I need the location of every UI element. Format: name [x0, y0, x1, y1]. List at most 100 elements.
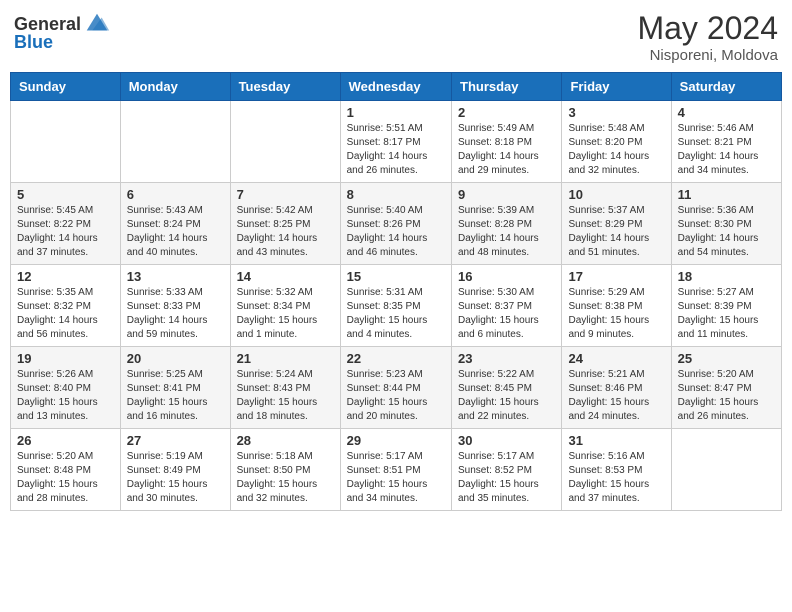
- calendar-cell: 29 Sunrise: 5:17 AM Sunset: 8:51 PM Dayli…: [340, 429, 451, 511]
- calendar-cell: 10 Sunrise: 5:37 AM Sunset: 8:29 PM Dayli…: [562, 183, 671, 265]
- calendar-cell: 7 Sunrise: 5:42 AM Sunset: 8:25 PM Daylig…: [230, 183, 340, 265]
- calendar-cell: 22 Sunrise: 5:23 AM Sunset: 8:44 PM Dayli…: [340, 347, 451, 429]
- day-number: 16: [458, 269, 555, 284]
- calendar-cell: 11Sunrise: 5:36 AM Sunset: 8:30 PM Dayli…: [671, 183, 781, 265]
- calendar-cell: 15Sunrise: 5:31 AM Sunset: 8:35 PM Dayli…: [340, 265, 451, 347]
- day-info: Sunrise: 5:19 AM Sunset: 8:49 PM Dayligh…: [127, 450, 224, 506]
- day-info: Sunrise: 5:33 AM Sunset: 8:33 PM Dayligh…: [127, 286, 224, 342]
- day-info: Sunrise: 5:46 AM Sunset: 8:21 PM Dayligh…: [678, 122, 775, 178]
- column-header-monday: Monday: [120, 73, 230, 101]
- day-info: Sunrise: 5:48 AM Sunset: 8:20 PM Dayligh…: [568, 122, 664, 178]
- calendar-cell: [11, 101, 121, 183]
- logo-blue-text: Blue: [14, 32, 53, 53]
- calendar-week-2: 5 Sunrise: 5:45 AM Sunset: 8:22 PM Daylig…: [11, 183, 782, 265]
- day-info: Sunrise: 5:36 AM Sunset: 8:30 PM Dayligh…: [678, 204, 775, 260]
- calendar-cell: 14 Sunrise: 5:32 AM Sunset: 8:34 PM Dayli…: [230, 265, 340, 347]
- day-number: 21: [237, 351, 334, 366]
- day-info: Sunrise: 5:20 AM Sunset: 8:48 PM Dayligh…: [17, 450, 114, 506]
- day-number: 26: [17, 433, 114, 448]
- day-info: Sunrise: 5:23 AM Sunset: 8:44 PM Dayligh…: [347, 368, 445, 424]
- day-number: 29: [347, 433, 445, 448]
- day-info: Sunrise: 5:40 AM Sunset: 8:26 PM Dayligh…: [347, 204, 445, 260]
- day-number: 28: [237, 433, 334, 448]
- day-number: 2: [458, 105, 555, 120]
- day-info: Sunrise: 5:30 AM Sunset: 8:37 PM Dayligh…: [458, 286, 555, 342]
- calendar-cell: 3 Sunrise: 5:48 AM Sunset: 8:20 PM Daylig…: [562, 101, 671, 183]
- day-info: Sunrise: 5:17 AM Sunset: 8:52 PM Dayligh…: [458, 450, 555, 506]
- day-number: 24: [568, 351, 664, 366]
- day-info: Sunrise: 5:39 AM Sunset: 8:28 PM Dayligh…: [458, 204, 555, 260]
- day-info: Sunrise: 5:22 AM Sunset: 8:45 PM Dayligh…: [458, 368, 555, 424]
- day-number: 9: [458, 187, 555, 202]
- logo-icon: [83, 10, 111, 38]
- calendar-cell: 30Sunrise: 5:17 AM Sunset: 8:52 PM Dayli…: [452, 429, 562, 511]
- day-info: Sunrise: 5:45 AM Sunset: 8:22 PM Dayligh…: [17, 204, 114, 260]
- day-number: 3: [568, 105, 664, 120]
- day-number: 18: [678, 269, 775, 284]
- column-header-friday: Friday: [562, 73, 671, 101]
- day-info: Sunrise: 5:20 AM Sunset: 8:47 PM Dayligh…: [678, 368, 775, 424]
- day-number: 10: [568, 187, 664, 202]
- calendar-cell: 17Sunrise: 5:29 AM Sunset: 8:38 PM Dayli…: [562, 265, 671, 347]
- day-info: Sunrise: 5:43 AM Sunset: 8:24 PM Dayligh…: [127, 204, 224, 260]
- title-area: May 2024 Nisporeni, Moldova: [637, 10, 778, 64]
- day-number: 6: [127, 187, 224, 202]
- calendar-cell: [120, 101, 230, 183]
- calendar-cell: 26 Sunrise: 5:20 AM Sunset: 8:48 PM Dayli…: [11, 429, 121, 511]
- calendar-cell: 25 Sunrise: 5:20 AM Sunset: 8:47 PM Dayli…: [671, 347, 781, 429]
- calendar-week-5: 26 Sunrise: 5:20 AM Sunset: 8:48 PM Dayli…: [11, 429, 782, 511]
- day-info: Sunrise: 5:29 AM Sunset: 8:38 PM Dayligh…: [568, 286, 664, 342]
- calendar-cell: 12Sunrise: 5:35 AM Sunset: 8:32 PM Dayli…: [11, 265, 121, 347]
- calendar-cell: 18Sunrise: 5:27 AM Sunset: 8:39 PM Dayli…: [671, 265, 781, 347]
- day-number: 19: [17, 351, 114, 366]
- day-number: 7: [237, 187, 334, 202]
- page-header: General Blue May 2024 Nisporeni, Moldova: [10, 10, 782, 64]
- calendar-cell: 23 Sunrise: 5:22 AM Sunset: 8:45 PM Dayli…: [452, 347, 562, 429]
- day-number: 27: [127, 433, 224, 448]
- calendar-cell: 4Sunrise: 5:46 AM Sunset: 8:21 PM Daylig…: [671, 101, 781, 183]
- calendar-cell: 20 Sunrise: 5:25 AM Sunset: 8:41 PM Dayli…: [120, 347, 230, 429]
- month-title: May 2024: [637, 10, 778, 47]
- calendar-cell: 31 Sunrise: 5:16 AM Sunset: 8:53 PM Dayli…: [562, 429, 671, 511]
- day-info: Sunrise: 5:25 AM Sunset: 8:41 PM Dayligh…: [127, 368, 224, 424]
- column-header-thursday: Thursday: [452, 73, 562, 101]
- column-header-sunday: Sunday: [11, 73, 121, 101]
- calendar-week-1: 1Sunrise: 5:51 AM Sunset: 8:17 PM Daylig…: [11, 101, 782, 183]
- day-info: Sunrise: 5:49 AM Sunset: 8:18 PM Dayligh…: [458, 122, 555, 178]
- calendar-cell: 6 Sunrise: 5:43 AM Sunset: 8:24 PM Daylig…: [120, 183, 230, 265]
- calendar-cell: 16 Sunrise: 5:30 AM Sunset: 8:37 PM Dayli…: [452, 265, 562, 347]
- calendar-cell: 27 Sunrise: 5:19 AM Sunset: 8:49 PM Dayli…: [120, 429, 230, 511]
- day-info: Sunrise: 5:17 AM Sunset: 8:51 PM Dayligh…: [347, 450, 445, 506]
- day-info: Sunrise: 5:32 AM Sunset: 8:34 PM Dayligh…: [237, 286, 334, 342]
- location-subtitle: Nisporeni, Moldova: [637, 47, 778, 64]
- day-number: 15: [347, 269, 445, 284]
- day-info: Sunrise: 5:42 AM Sunset: 8:25 PM Dayligh…: [237, 204, 334, 260]
- day-number: 1: [347, 105, 445, 120]
- day-info: Sunrise: 5:16 AM Sunset: 8:53 PM Dayligh…: [568, 450, 664, 506]
- calendar-cell: 2 Sunrise: 5:49 AM Sunset: 8:18 PM Daylig…: [452, 101, 562, 183]
- calendar-cell: 19Sunrise: 5:26 AM Sunset: 8:40 PM Dayli…: [11, 347, 121, 429]
- calendar-cell: 8 Sunrise: 5:40 AM Sunset: 8:26 PM Daylig…: [340, 183, 451, 265]
- day-number: 20: [127, 351, 224, 366]
- column-header-tuesday: Tuesday: [230, 73, 340, 101]
- day-number: 14: [237, 269, 334, 284]
- calendar-cell: 24 Sunrise: 5:21 AM Sunset: 8:46 PM Dayli…: [562, 347, 671, 429]
- calendar-week-4: 19Sunrise: 5:26 AM Sunset: 8:40 PM Dayli…: [11, 347, 782, 429]
- calendar-table: SundayMondayTuesdayWednesdayThursdayFrid…: [10, 72, 782, 511]
- day-number: 5: [17, 187, 114, 202]
- day-number: 31: [568, 433, 664, 448]
- day-number: 8: [347, 187, 445, 202]
- calendar-cell: [671, 429, 781, 511]
- day-number: 25: [678, 351, 775, 366]
- column-header-wednesday: Wednesday: [340, 73, 451, 101]
- calendar-cell: 13Sunrise: 5:33 AM Sunset: 8:33 PM Dayli…: [120, 265, 230, 347]
- calendar-header-row: SundayMondayTuesdayWednesdayThursdayFrid…: [11, 73, 782, 101]
- calendar-cell: [230, 101, 340, 183]
- day-info: Sunrise: 5:24 AM Sunset: 8:43 PM Dayligh…: [237, 368, 334, 424]
- day-number: 23: [458, 351, 555, 366]
- calendar-cell: 1Sunrise: 5:51 AM Sunset: 8:17 PM Daylig…: [340, 101, 451, 183]
- day-info: Sunrise: 5:21 AM Sunset: 8:46 PM Dayligh…: [568, 368, 664, 424]
- day-info: Sunrise: 5:35 AM Sunset: 8:32 PM Dayligh…: [17, 286, 114, 342]
- day-number: 22: [347, 351, 445, 366]
- day-info: Sunrise: 5:37 AM Sunset: 8:29 PM Dayligh…: [568, 204, 664, 260]
